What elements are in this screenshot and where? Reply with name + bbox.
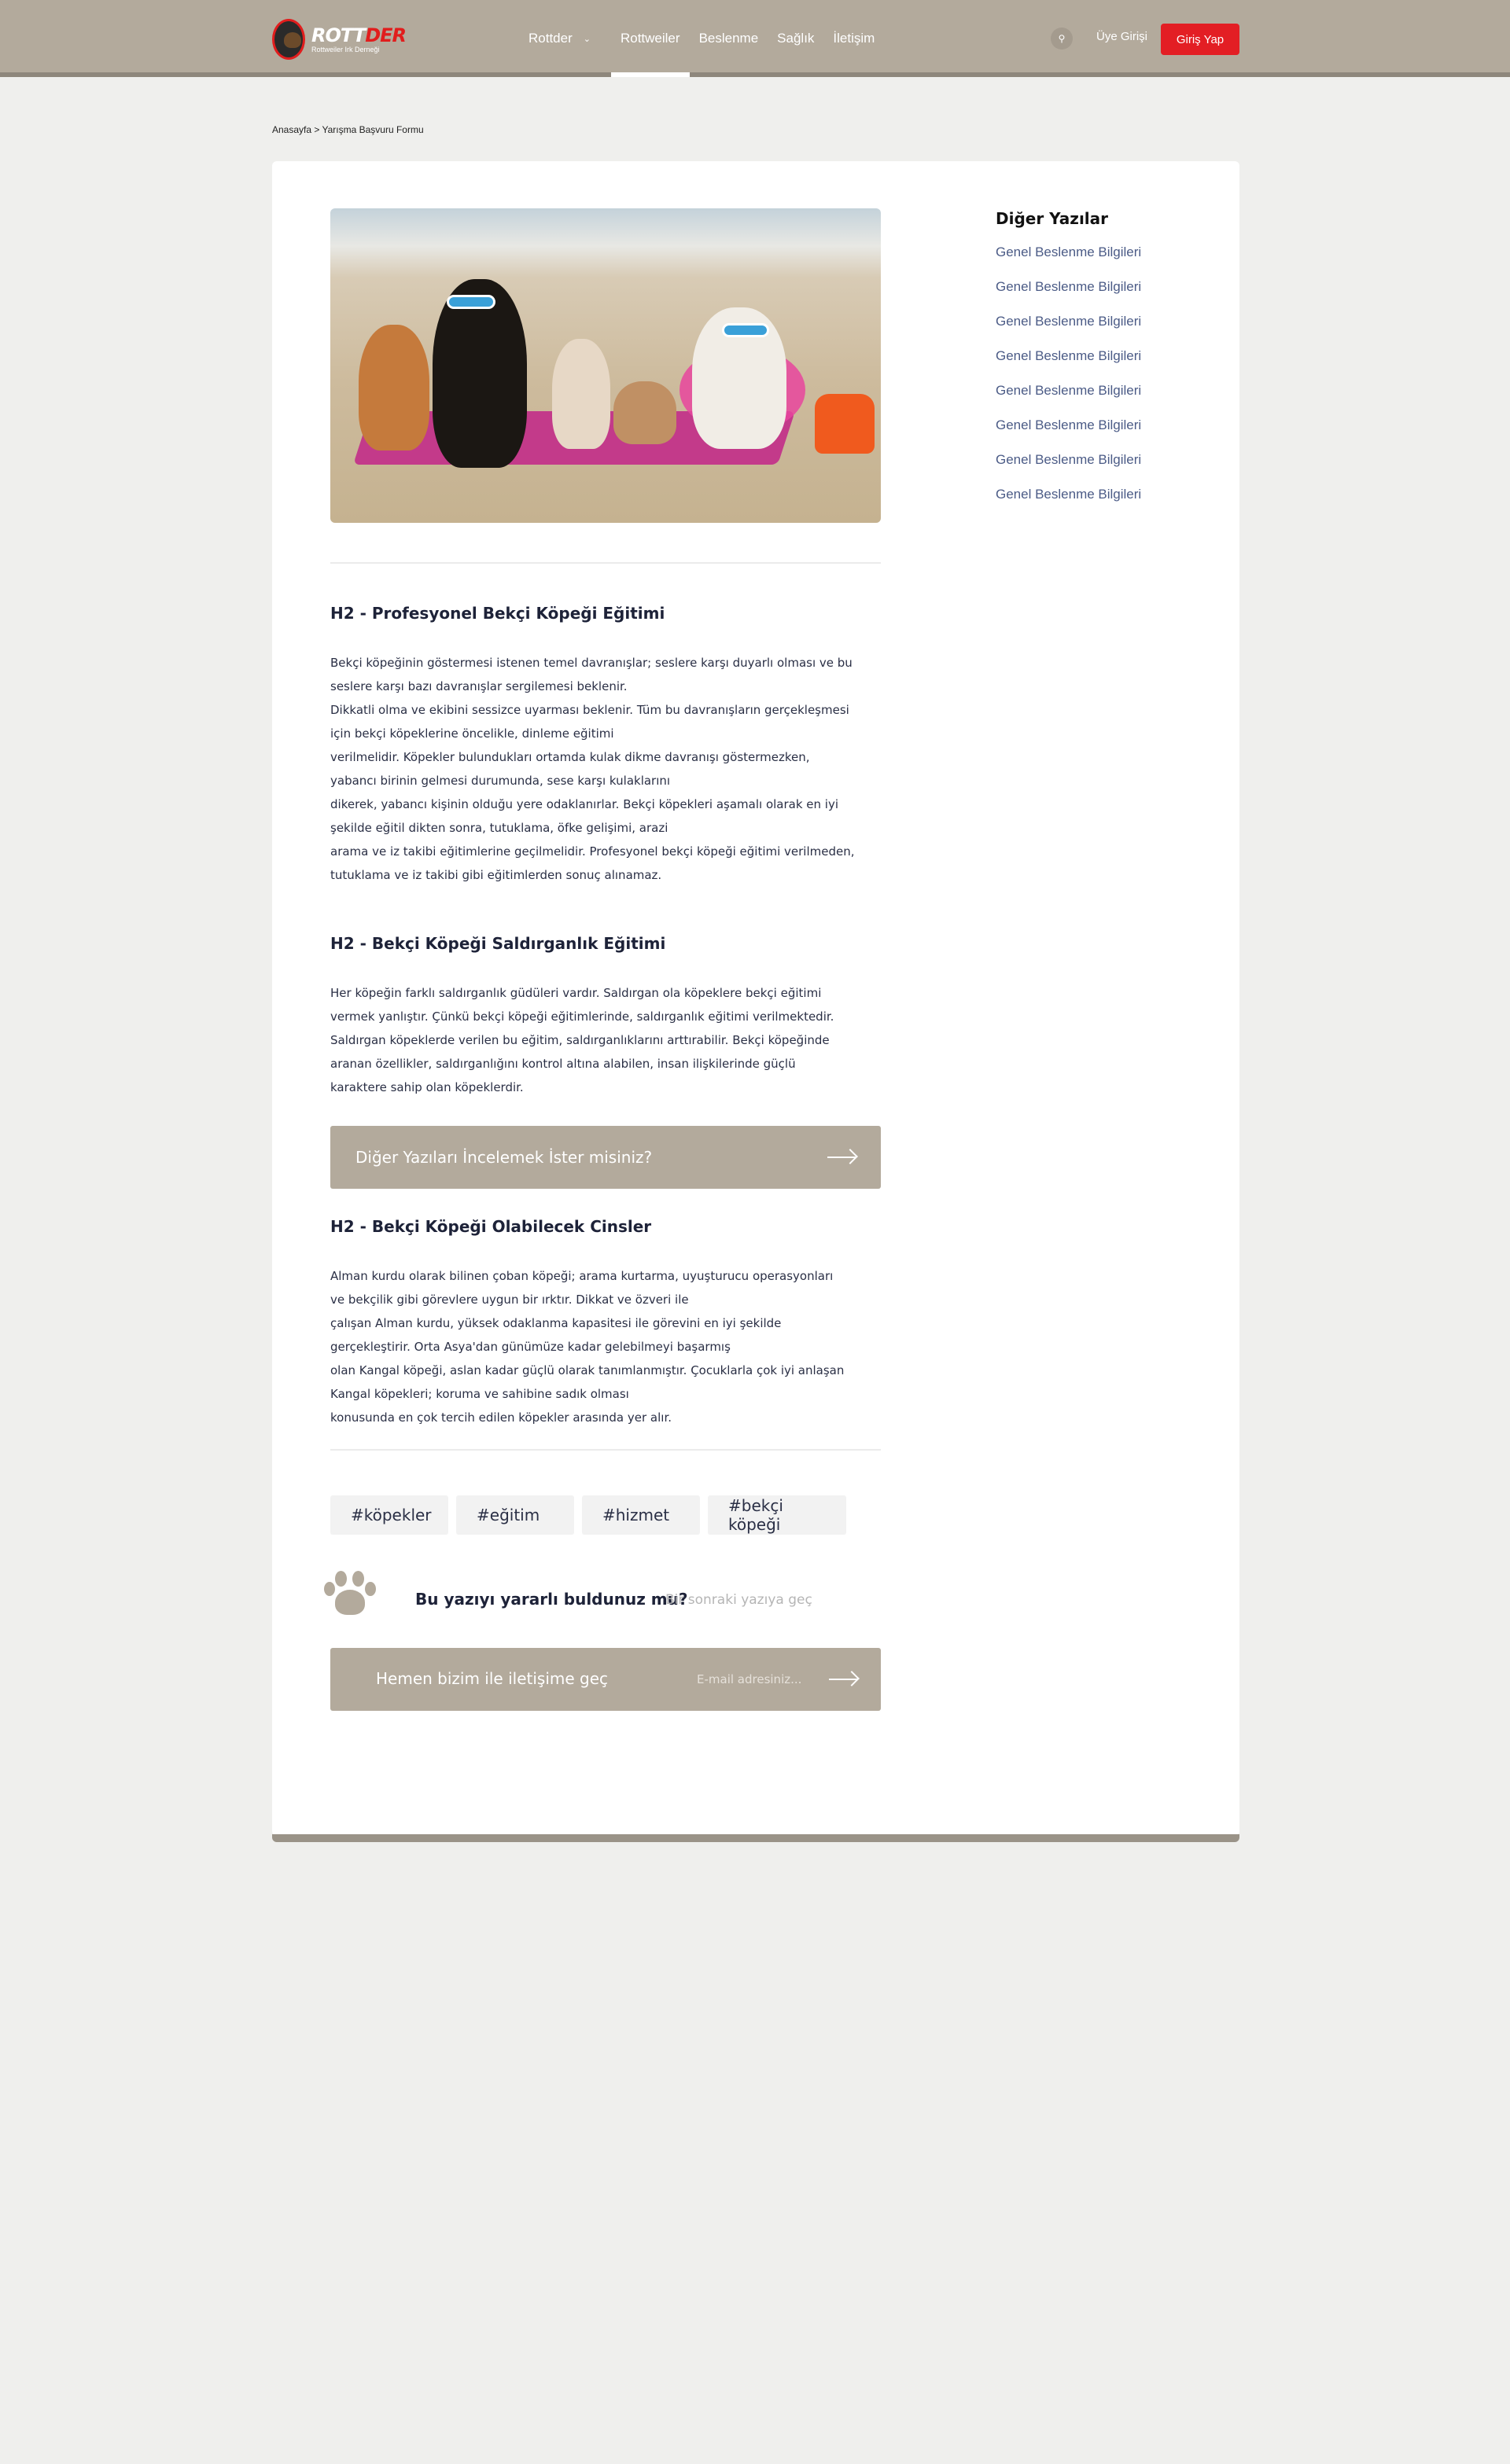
nav-label: Rottweiler (620, 31, 680, 46)
paragraph-line: için bekçi köpeklerine öncelikle, dinlem… (330, 726, 614, 741)
nav-label: Rottder (528, 31, 573, 46)
paragraph-line: aranan özellikler, saldırganlığını kontr… (330, 1057, 796, 1071)
email-input[interactable] (697, 1662, 815, 1697)
section-paragraph: Bekçi köpeğinin göstermesi istenen temel… (330, 651, 882, 887)
paw-toe (352, 1571, 364, 1587)
logo-subtitle: Rottweiler Irk Derneği (311, 45, 380, 53)
paragraph-line: Dikkatli olma ve ekibini sessizce uyarma… (330, 703, 849, 717)
paw-toe (324, 1582, 335, 1596)
divider (330, 1449, 881, 1451)
section-heading: H2 - Bekçi Köpeği Saldırganlık Eğitimi (330, 934, 666, 953)
logo-word: ROTTDER (311, 24, 407, 46)
paragraph-line: gerçekleştirir. Orta Asya'dan günümüze k… (330, 1340, 731, 1354)
sidebar-link[interactable]: Genel Beslenme Bilgileri (996, 313, 1141, 348)
arrow-right-icon (827, 1157, 856, 1158)
nav-item-saglik[interactable]: Sağlık (768, 0, 823, 77)
nav-item-iletisim[interactable]: İletişim (823, 0, 884, 77)
sidebar-title: Diğer Yazılar (996, 209, 1109, 228)
tag-kopekler[interactable]: #köpekler (330, 1495, 448, 1535)
paragraph-line: arama ve iz takibi eğitimlerine geçilmel… (330, 844, 855, 859)
sidebar-link[interactable]: Genel Beslenme Bilgileri (996, 348, 1141, 382)
paw-icon (324, 1571, 376, 1616)
paragraph-line: dikerek, yabancı kişinin olduğu yere oda… (330, 797, 839, 811)
hero-goggles (447, 295, 495, 309)
hero-dog (552, 339, 610, 449)
paragraph-line: verilmelidir. Köpekler bulundukları orta… (330, 750, 810, 764)
sidebar-link[interactable]: Genel Beslenme Bilgileri (996, 486, 1141, 520)
sidebar-link[interactable]: Genel Beslenme Bilgileri (996, 417, 1141, 451)
hero-dog (359, 325, 429, 451)
paragraph-line: Bekçi köpeğinin göstermesi istenen temel… (330, 656, 853, 670)
paragraph-line: vermek yanlıştır. Çünkü bekçi köpeği eği… (330, 1010, 834, 1024)
hero-dog (613, 381, 676, 444)
section-heading: H2 - Bekçi Köpeği Olabilecek Cinsler (330, 1217, 652, 1236)
nav-item-rottweiler[interactable]: Rottweiler (610, 0, 690, 77)
paw-toe (365, 1582, 376, 1596)
paw-pad (335, 1590, 365, 1615)
sidebar-list: Genel Beslenme Bilgileri Genel Beslenme … (996, 244, 1141, 520)
paragraph-line: ve bekçilik gibi görevlere uygun bir ırk… (330, 1293, 689, 1307)
sidebar-link[interactable]: Genel Beslenme Bilgileri (996, 382, 1141, 417)
card-bottom-bar (272, 1834, 1239, 1842)
next-post-link[interactable]: Bir sonraki yazıya geç (665, 1592, 812, 1608)
hero-watering-can (815, 394, 875, 454)
main-nav: Rottder ⌄ Rottweiler Beslenme Sağlık İle… (519, 0, 884, 77)
useful-question: Bu yazıyı yararlı buldunuz mu? (415, 1590, 688, 1609)
logo-text: ROTTDER Rottweiler Irk Derneği (311, 24, 407, 53)
cta-label: Diğer Yazıları İncelemek İster misiniz? (355, 1148, 653, 1167)
paw-toe (335, 1571, 347, 1587)
section-heading: H2 - Profesyonel Bekçi Köpeği Eğitimi (330, 604, 665, 623)
contact-bar: Hemen bizim ile iletişime geç (330, 1648, 881, 1711)
sidebar-link[interactable]: Genel Beslenme Bilgileri (996, 244, 1141, 278)
tag-list: #köpekler #eğitim #hizmet #bekçi köpeği (330, 1495, 846, 1535)
site-logo[interactable]: ROTTDER Rottweiler Irk Derneği (272, 17, 407, 61)
paragraph-line: tutuklama ve iz takibi gibi eğitimlerden… (330, 868, 662, 882)
paragraph-line: çalışan Alman kurdu, yüksek odaklanma ka… (330, 1316, 782, 1330)
member-login-link[interactable]: Üye Girişi (1096, 30, 1147, 43)
other-posts-cta[interactable]: Diğer Yazıları İncelemek İster misiniz? (330, 1126, 881, 1189)
paragraph-line: konusunda en çok tercih edilen köpekler … (330, 1410, 672, 1425)
paragraph-line: Alman kurdu olarak bilinen çoban köpeği;… (330, 1269, 834, 1283)
paragraph-line: Her köpeğin farklı saldırganlık güdüleri… (330, 986, 822, 1000)
hero-image (330, 208, 881, 523)
tag-hizmet[interactable]: #hizmet (582, 1495, 700, 1535)
hero-goggles (722, 323, 769, 337)
tag-egitim[interactable]: #eğitim (456, 1495, 574, 1535)
arrow-right-icon[interactable] (829, 1679, 857, 1680)
paragraph-line: Kangal köpekleri; koruma ve sahibine sad… (330, 1387, 629, 1401)
paragraph-line: olan Kangal köpeği, aslan kadar güçlü ol… (330, 1363, 845, 1377)
chevron-down-icon: ⌄ (583, 34, 591, 44)
paragraph-line: yabancı birinin gelmesi durumunda, sese … (330, 774, 671, 788)
logo-word-part-2: DER (365, 24, 407, 46)
paragraph-line: Saldırgan köpeklerde verilen bu eğitim, … (330, 1033, 830, 1047)
login-button[interactable]: Giriş Yap (1161, 24, 1239, 55)
nav-item-rottder[interactable]: Rottder ⌄ (519, 0, 600, 77)
sidebar-link[interactable]: Genel Beslenme Bilgileri (996, 278, 1141, 313)
tag-bekci-kopegi[interactable]: #bekçi köpeği (708, 1495, 846, 1535)
section-paragraph: Alman kurdu olarak bilinen çoban köpeği;… (330, 1264, 882, 1429)
paragraph-line: seslere karşı bazı davranışlar sergileme… (330, 679, 628, 693)
logo-word-part-1: ROTT (311, 24, 366, 46)
nav-label: Beslenme (698, 31, 759, 46)
breadcrumb[interactable]: Anasayfa > Yarışma Başvuru Formu (272, 124, 424, 135)
nav-label: Sağlık (777, 31, 815, 46)
section-paragraph: Her köpeğin farklı saldırganlık güdüleri… (330, 981, 882, 1099)
paragraph-line: karaktere sahip olan köpeklerdir. (330, 1080, 524, 1094)
nav-item-beslenme[interactable]: Beslenme (690, 0, 768, 77)
divider (330, 562, 881, 564)
sidebar-link[interactable]: Genel Beslenme Bilgileri (996, 451, 1141, 486)
contact-label: Hemen bizim ile iletişime geç (376, 1669, 609, 1688)
search-icon[interactable]: ⚲ (1051, 28, 1073, 50)
paragraph-line: şekilde eğitil dikten sonra, tutuklama, … (330, 821, 668, 835)
logo-badge-icon (272, 19, 306, 60)
nav-label: İletişim (833, 31, 875, 46)
